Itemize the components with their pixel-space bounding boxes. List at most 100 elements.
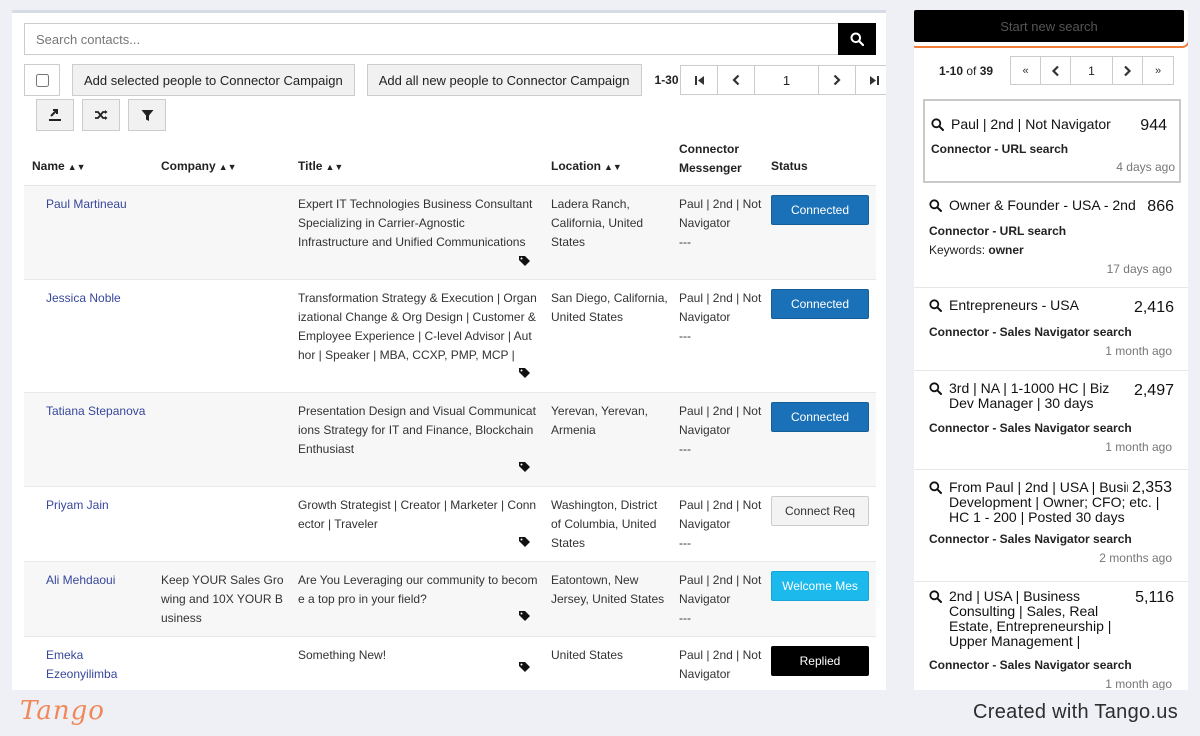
header-title[interactable]: Title ▲▼ <box>298 159 343 173</box>
search-icon <box>850 32 864 46</box>
header-name[interactable]: Name ▲▼ <box>32 159 86 173</box>
last-page-button[interactable]: » <box>1143 57 1173 84</box>
saved-search-title: 2nd | USA | Business Consulting | Sales,… <box>929 589 1134 649</box>
add-all-button[interactable]: Add all new people to Connector Campaign <box>366 64 642 96</box>
export-button[interactable] <box>36 99 74 131</box>
header-status: Status <box>771 159 808 173</box>
table-row: Emeka Ezeonyilimba Something New! United… <box>24 637 876 690</box>
tag-icon[interactable] <box>518 610 531 622</box>
tag-icon[interactable] <box>518 536 531 548</box>
chevron-right-icon <box>833 74 841 86</box>
filter-button[interactable] <box>128 99 166 131</box>
search-input[interactable] <box>24 23 838 55</box>
contacts-table: Name ▲▼ Company ▲▼ Title ▲▼ Location ▲▼ Conn… <box>24 142 876 690</box>
header-company[interactable]: Company ▲▼ <box>161 159 237 173</box>
status-button[interactable]: Connect Req <box>771 496 869 526</box>
created-with-text: Created with Tango.us <box>973 701 1178 723</box>
next-page-button[interactable] <box>819 66 856 94</box>
contact-title: Transformation Strategy & Execution | Or… <box>298 291 537 362</box>
next-page-button[interactable] <box>1113 57 1143 84</box>
tag-icon[interactable] <box>518 367 531 379</box>
saved-search-type: Connector - Sales Navigator search <box>929 532 1132 546</box>
saved-search-title: Owner & Founder - USA - 2nd <box>929 198 1159 213</box>
prev-page-button[interactable] <box>718 66 755 94</box>
saved-search-type: Connector - Sales Navigator search <box>929 658 1132 672</box>
contact-name-link[interactable]: Ali Mehdaoui <box>46 571 156 590</box>
prev-page-button[interactable] <box>1041 57 1071 84</box>
contact-title: Expert IT Technologies Business Consulta… <box>298 197 533 249</box>
tango-logo: Tango <box>20 696 105 726</box>
contact-name-link[interactable]: Paul Martineau <box>46 195 156 214</box>
start-search-highlight: Start new search <box>914 10 1188 48</box>
status-button[interactable]: Connected <box>771 402 869 432</box>
page-number-input[interactable]: 1 <box>755 66 819 94</box>
saved-search-count: 2,416 <box>1133 299 1174 316</box>
saved-search-item[interactable]: Entrepreneurs - USA 2,416 Connector - Sa… <box>914 288 1188 371</box>
contacts-toolbar: Add selected people to Connector Campaig… <box>24 64 715 96</box>
shuffle-icon <box>95 110 108 120</box>
search-button[interactable] <box>838 23 876 55</box>
last-page-button[interactable] <box>856 66 886 94</box>
last-page-icon <box>870 75 879 85</box>
tango-footer: Tango Created with Tango.us <box>0 690 1200 736</box>
search-icon <box>929 199 942 212</box>
contact-name-link[interactable]: Jessica Noble <box>46 289 156 308</box>
table-row: Ali Mehdaoui Keep YOUR Sales Growing and… <box>24 562 876 637</box>
saved-search-type: Connector - URL search <box>931 142 1069 156</box>
chevron-left-icon <box>732 74 740 86</box>
saved-search-item[interactable]: Paul | 2nd | Not Navigator 944 Connector… <box>923 99 1181 183</box>
first-page-button[interactable] <box>681 66 718 94</box>
status-button[interactable]: Connected <box>771 195 869 225</box>
contacts-panel: Add selected people to Connector Campaig… <box>12 10 886 690</box>
saved-search-item[interactable]: Owner & Founder - USA - 2nd 866 Connecto… <box>914 188 1188 288</box>
search-icon <box>929 590 942 603</box>
tag-icon[interactable] <box>518 661 531 673</box>
table-row: Paul Martineau Expert IT Technologies Bu… <box>24 186 876 280</box>
saved-search-time: 1 month ago <box>1105 677 1172 690</box>
contact-messenger: Paul | 2nd | Not Navigator--- <box>679 648 762 690</box>
contact-messenger: Paul | 2nd | Not Navigator--- <box>679 573 762 625</box>
header-location[interactable]: Location ▲▼ <box>551 159 622 173</box>
select-all-checkbox[interactable] <box>24 64 60 96</box>
chevron-right-icon <box>1124 65 1132 76</box>
contact-name-link[interactable]: Tatiana Stepanova <box>46 402 156 421</box>
contact-title: Presentation Design and Visual Communica… <box>298 404 536 456</box>
filter-icon <box>141 109 153 121</box>
contact-title: Are You Leveraging our community to beco… <box>298 573 538 606</box>
searches-pager: « 1 » <box>1010 56 1174 85</box>
add-selected-button[interactable]: Add selected people to Connector Campaig… <box>72 64 355 96</box>
first-page-button[interactable]: « <box>1011 57 1041 84</box>
saved-search-count: 5,116 <box>1135 589 1174 606</box>
saved-search-keywords: Keywords: owner <box>929 243 1024 257</box>
contact-messenger: Paul | 2nd | Not Navigator--- <box>679 404 762 456</box>
status-button[interactable]: Connected <box>771 289 869 319</box>
saved-search-title: Paul | 2nd | Not Navigator <box>931 117 1131 132</box>
saved-search-title: 3rd | NA | 1-1000 HC | Biz Dev Manager |… <box>929 381 1129 411</box>
status-button[interactable]: Replied <box>771 646 869 676</box>
contact-name-link[interactable]: Emeka Ezeonyilimba <box>46 646 126 684</box>
contact-location: United States <box>551 648 624 662</box>
page-number-input[interactable]: 1 <box>1071 57 1113 84</box>
saved-search-item[interactable]: 2nd | USA | Business Consulting | Sales,… <box>914 582 1188 691</box>
saved-search-time: 2 months ago <box>1099 551 1172 565</box>
contact-name-link[interactable]: Priyam Jain <box>46 496 156 515</box>
start-new-search-button[interactable]: Start new search <box>914 10 1184 42</box>
contact-location: Yerevan, Yerevan, Armenia <box>551 404 648 437</box>
shuffle-button[interactable] <box>82 99 120 131</box>
tag-icon[interactable] <box>518 255 531 267</box>
saved-search-item[interactable]: 3rd | NA | 1-1000 HC | Biz Dev Manager |… <box>914 371 1188 470</box>
tag-icon[interactable] <box>518 461 531 473</box>
search-icon <box>929 299 942 312</box>
chevron-left-icon <box>1051 65 1059 76</box>
search-icon <box>929 382 942 395</box>
select-all-input[interactable] <box>35 73 49 87</box>
contact-messenger: Paul | 2nd | Not Navigator--- <box>679 498 762 550</box>
saved-search-time: 4 days ago <box>1116 160 1175 174</box>
saved-search-item[interactable]: From Paul | 2nd | USA | Busines Developm… <box>914 470 1188 582</box>
contact-messenger: Paul | 2nd | Not Navigator--- <box>679 197 762 249</box>
table-row: Priyam Jain Growth Strategist | Creator … <box>24 487 876 562</box>
saved-search-title: Entrepreneurs - USA <box>929 298 1109 313</box>
contact-location: San Diego, California, United States <box>551 291 668 324</box>
status-button[interactable]: Welcome Mes <box>771 571 869 601</box>
table-header: Name ▲▼ Company ▲▼ Title ▲▼ Location ▲▼ Conn… <box>24 142 876 186</box>
